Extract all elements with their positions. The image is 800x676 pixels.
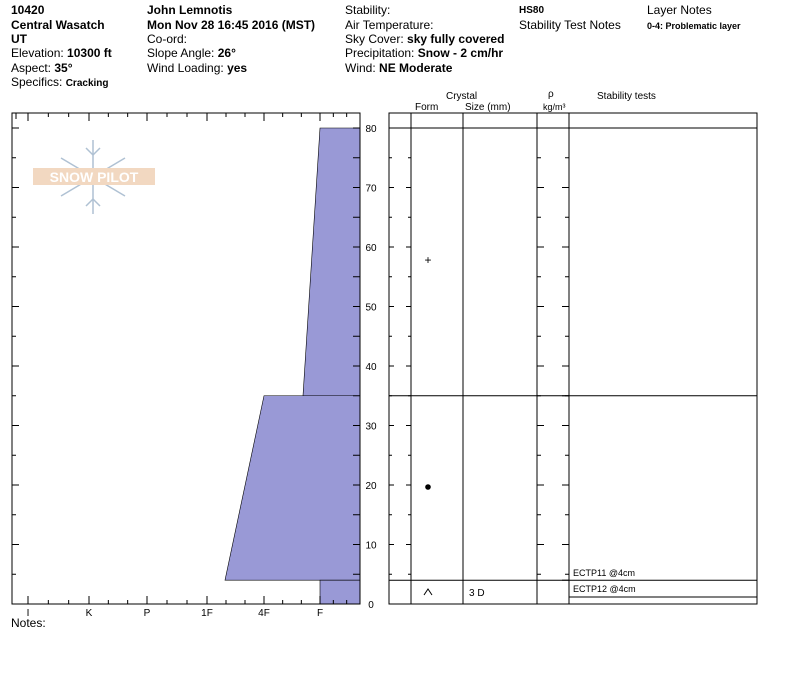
y-tick-label-20: 20 (365, 481, 377, 492)
y-tick-label-0: 0 (368, 600, 374, 611)
y-tick-label-40: 40 (365, 362, 377, 373)
y-tick-label-70: 70 (365, 184, 377, 195)
x-tick-label-P: P (144, 608, 151, 619)
y-tick-label-80: 80 (365, 124, 377, 135)
x-tick-label-4F: 4F (258, 608, 270, 619)
form-symbol-depth-hoar-2 (423, 588, 433, 596)
table-frame (388, 112, 758, 605)
snowpilot-logo: SNOW PILOT (33, 140, 155, 214)
logo-text: SNOW PILOT (50, 169, 139, 185)
y-tick-label-30: 30 (365, 422, 377, 433)
x-tick-label-1F: 1F (201, 608, 213, 619)
stability-test-1: ECTP12 @4cm (573, 584, 636, 594)
crystal-size-2: 3 D (469, 588, 485, 599)
layer-table: +3 D ECTP11 @4cm ECTP12 @4cm (388, 112, 758, 605)
stability-test-0: ECTP11 @4cm (573, 568, 635, 578)
y-tick-label-60: 60 (365, 243, 377, 254)
hardness-layer-1 (224, 395, 361, 581)
snow-profile-chart: SNOW PILOT I K P 1F 4F F 0 10 20 30 40 50 60 70 80 +3… (11, 112, 758, 619)
form-symbol-new-snow-0: + (424, 253, 431, 267)
hardness-layer-2 (319, 579, 361, 605)
x-tick-label-F: F (317, 608, 323, 619)
x-tick-label-I: I (27, 608, 30, 619)
x-tick-label-K: K (86, 608, 93, 619)
y-tick-label-10: 10 (365, 541, 377, 552)
y-tick-label-50: 50 (365, 303, 377, 314)
hardness-profile (224, 127, 361, 605)
form-symbol-rounded-1 (425, 484, 431, 490)
hardness-layer-0 (302, 127, 361, 397)
